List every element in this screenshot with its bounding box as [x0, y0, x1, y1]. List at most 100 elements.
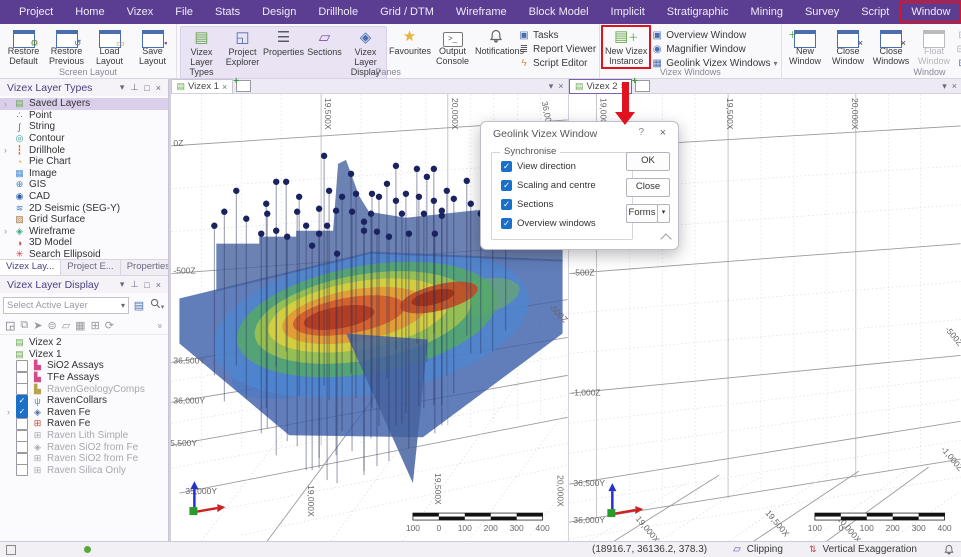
layer-sio2-assays[interactable]: ▙SiO2 Assays	[0, 360, 168, 372]
menu-project[interactable]: Project	[8, 2, 64, 22]
overview-window-button[interactable]: ▣Overview Window	[651, 29, 777, 42]
tab-menu-icon[interactable]: ▾	[549, 81, 554, 92]
checkbox[interactable]	[16, 383, 28, 395]
checkbox-checked[interactable]: ✓	[501, 199, 512, 210]
menu-implicit[interactable]: Implicit	[600, 2, 656, 22]
close-pane-icon[interactable]: ×	[952, 81, 957, 92]
close-windows-button[interactable]: ×Close Windows	[871, 26, 912, 67]
layer-type-saved-layers[interactable]: ›▤Saved Layers	[0, 98, 168, 110]
new-tab-button[interactable]	[236, 80, 251, 92]
layer-type-pie-chart[interactable]: ◔Pie Chart	[0, 156, 168, 168]
close-window-button[interactable]: ×Close Window	[828, 26, 869, 67]
checkbox-checked[interactable]: ✓	[501, 218, 512, 229]
help-icon[interactable]: ?	[638, 127, 644, 138]
vizex2-layer-group[interactable]: ▤Vizex 2	[0, 337, 168, 349]
maximize-icon[interactable]: □	[141, 83, 152, 93]
close-icon[interactable]: ×	[153, 83, 164, 93]
menu-file[interactable]: File	[164, 2, 204, 22]
restore-default-button[interactable]: ⚙Restore Default	[3, 26, 44, 67]
view-mode-icon[interactable]: ◲	[5, 319, 15, 332]
report-viewer-button[interactable]: ≣Report Viewer	[518, 43, 596, 56]
load-layout-button[interactable]: ▭Load Layout	[89, 26, 130, 67]
layer-type-drillhole[interactable]: ›┇Drillhole	[0, 144, 168, 156]
layer-raven-fe-blockmodel[interactable]: ›✓◈Raven Fe	[0, 407, 168, 419]
tab-project-explorer[interactable]: Project E...	[61, 260, 120, 275]
collapse-chevrons-icon[interactable]: »	[155, 323, 165, 328]
layer-ravengeologycomps[interactable]: ▙RavenGeologyComps	[0, 383, 168, 395]
menu-vizex[interactable]: Vizex	[116, 2, 165, 22]
checkbox[interactable]	[16, 464, 28, 476]
menu-grid-dtm[interactable]: Grid / DTM	[369, 2, 445, 22]
layer-raven-silica-only[interactable]: ⊞Raven Silica Only	[0, 465, 168, 477]
layers-button[interactable]: ▤	[131, 299, 147, 312]
notifications-button[interactable]: Notifications	[475, 26, 516, 57]
selection-mode-icon[interactable]	[6, 545, 16, 555]
layer-type-point[interactable]: ∴Point	[0, 110, 168, 122]
checkbox[interactable]	[16, 360, 28, 372]
menu-stratigraphic[interactable]: Stratigraphic	[656, 2, 740, 22]
sections-checkbox-row[interactable]: ✓Sections	[501, 199, 632, 210]
layer-type-cad[interactable]: ◉CAD	[0, 191, 168, 203]
menu-stats[interactable]: Stats	[204, 2, 251, 22]
tab-vizex-1[interactable]: ▤ Vizex 1 ×	[171, 79, 234, 93]
layer-raven-sio2-from-fe-bm[interactable]: ◈Raven SiO2 from Fe	[0, 441, 168, 453]
menu-script[interactable]: Script	[850, 2, 900, 22]
ok-button[interactable]: OK	[626, 152, 670, 171]
search-button[interactable]: ▾	[149, 298, 165, 312]
tab-vizex-layers[interactable]: Vizex Lay...	[0, 260, 61, 275]
layer-type-image[interactable]: ▦Image	[0, 168, 168, 180]
scaling-centre-checkbox-row[interactable]: ✓Scaling and centre	[501, 180, 632, 191]
favourites-button[interactable]: ★Favourites	[389, 26, 430, 57]
tasks-button[interactable]: ▣Tasks	[518, 29, 596, 42]
panel-menu-icon[interactable]: ▾	[117, 279, 128, 290]
overview-windows-checkbox-row[interactable]: ✓Overview windows	[501, 218, 632, 229]
menu-block-model[interactable]: Block Model	[518, 2, 600, 22]
tab-properties[interactable]: Properties	[121, 260, 168, 275]
close-tab-icon[interactable]: ×	[222, 82, 227, 92]
layer-type-3d-model[interactable]: ◑3D Model	[0, 237, 168, 249]
close-button[interactable]: Close	[626, 178, 670, 197]
layer-type-gis[interactable]: ⊕GIS	[0, 179, 168, 191]
output-console-button[interactable]: >_Output Console	[432, 26, 473, 67]
menu-wireframe[interactable]: Wireframe	[445, 2, 518, 22]
active-layer-select[interactable]: Select Active Layer ▾	[3, 297, 129, 314]
close-icon[interactable]: ×	[660, 127, 666, 139]
forms-dropdown-button[interactable]: ▾	[657, 204, 670, 223]
menu-survey[interactable]: Survey	[794, 2, 850, 22]
checkbox[interactable]	[16, 430, 28, 442]
layer-tfe-assays[interactable]: ▙TFe Assays	[0, 372, 168, 384]
restore-previous-button[interactable]: ↺Restore Previous	[46, 26, 87, 67]
menu-drillhole[interactable]: Drillhole	[307, 2, 369, 22]
checkbox-checked[interactable]: ✓	[501, 180, 512, 191]
close-icon[interactable]: ×	[153, 280, 164, 290]
layer-type-grid-surface[interactable]: ▨Grid Surface	[0, 214, 168, 226]
new-vizex-instance-button[interactable]: ▤＋ New Vizex Instance	[603, 26, 649, 67]
menu-mining[interactable]: Mining	[740, 2, 794, 22]
checkbox-checked[interactable]: ✓	[16, 395, 28, 407]
pin-icon[interactable]: ⊥	[127, 279, 141, 290]
checkbox[interactable]	[16, 453, 28, 465]
resize-chevron-icon[interactable]	[660, 233, 671, 244]
panel-menu-icon[interactable]: ▾	[117, 82, 128, 93]
clipping-toggle[interactable]: Clipping	[747, 544, 783, 555]
checkbox-checked[interactable]: ✓	[16, 406, 28, 418]
view-direction-checkbox-row[interactable]: ✓View direction	[501, 161, 632, 172]
checkbox[interactable]	[16, 372, 28, 384]
forms-button[interactable]: Forms	[626, 204, 658, 223]
layer-type-2d-seismic[interactable]: ≋2D Seismic (SEG-Y)	[0, 202, 168, 214]
layer-raven-lith-simple[interactable]: ⊞Raven Lith Simple	[0, 430, 168, 442]
refresh-icon[interactable]: ⟳	[105, 319, 114, 332]
maximize-icon[interactable]: □	[141, 280, 152, 290]
layer-type-contour[interactable]: ◎Contour	[0, 133, 168, 145]
layer-raven-fe-grid[interactable]: ⊞Raven Fe	[0, 418, 168, 430]
checkbox[interactable]	[16, 441, 28, 453]
new-window-button[interactable]: ＋New Window	[785, 26, 826, 67]
vertical-exaggeration-toggle[interactable]: Vertical Exaggeration	[822, 544, 917, 555]
menu-design[interactable]: Design	[251, 2, 307, 22]
save-layout-button[interactable]: ▪Save Layout	[132, 26, 173, 67]
pin-icon[interactable]: ⊥	[127, 82, 141, 93]
new-tab-button[interactable]	[635, 80, 650, 92]
layer-type-search-ellipsoid[interactable]: ✳Search Ellipsoid	[0, 249, 168, 259]
vizex1-layer-group[interactable]: ▤Vizex 1	[0, 349, 168, 361]
layer-type-wireframe[interactable]: ›◈Wireframe	[0, 226, 168, 238]
